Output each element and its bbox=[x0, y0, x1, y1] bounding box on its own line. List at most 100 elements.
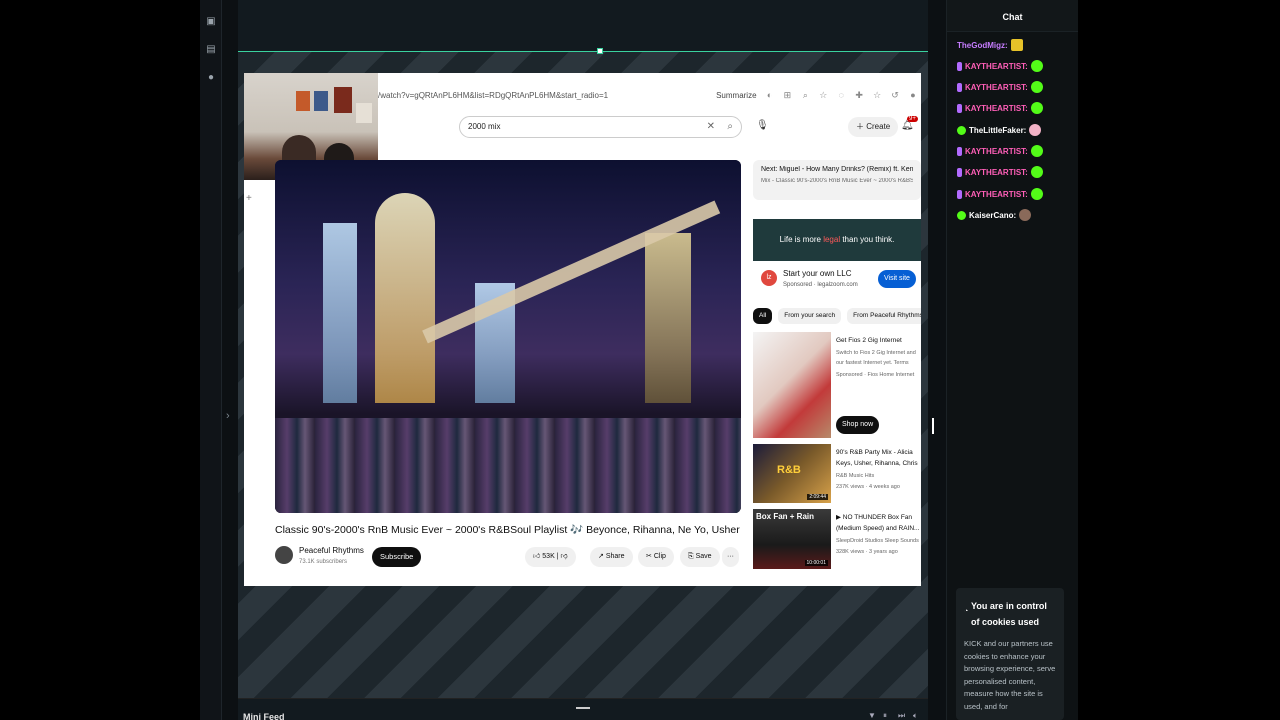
chat-message[interactable]: KAYTHEARTIST: bbox=[957, 79, 1043, 95]
shop-now-button[interactable]: Shop now bbox=[836, 416, 880, 434]
rec-thumbnail[interactable]: Box Fan + Rain 10:00:01 bbox=[753, 509, 831, 569]
rec-thumbnail[interactable]: R&B 2:09:44 bbox=[753, 444, 831, 503]
notifications-icon[interactable]: 🔔︎ 9+ bbox=[901, 116, 918, 131]
translate-icon[interactable]: ⊞ bbox=[782, 90, 792, 100]
store-icon[interactable]: ▣ bbox=[205, 16, 217, 28]
add-icon[interactable]: + bbox=[246, 193, 252, 204]
summarize-button[interactable]: Summarize bbox=[716, 91, 756, 100]
chip-from-your-search[interactable]: From your search bbox=[778, 308, 842, 324]
mic-badge-icon bbox=[957, 61, 962, 71]
rec-thumbnail-text: R&B bbox=[777, 464, 801, 476]
extension-icon[interactable]: ◐ bbox=[765, 90, 775, 100]
chat-title: Chat bbox=[947, 0, 1078, 32]
ad-logo-icon: lz bbox=[761, 270, 777, 286]
drag-handle[interactable] bbox=[576, 707, 590, 709]
chat-username[interactable]: KAYTHEARTIST: bbox=[965, 168, 1028, 177]
emote-icon bbox=[1029, 124, 1042, 136]
clear-icon[interactable]: ✕ bbox=[707, 117, 715, 137]
save-label: Save bbox=[695, 553, 712, 560]
more-actions-button[interactable]: ··· bbox=[722, 547, 739, 567]
resize-grip[interactable] bbox=[932, 418, 934, 434]
clip-button[interactable]: ✂ Clip bbox=[638, 547, 674, 567]
like-button[interactable]: 👍︎ 53K | 👎︎ bbox=[525, 547, 576, 567]
alignment-guide bbox=[238, 51, 928, 52]
mini-feed-bar[interactable]: Mini Feed ▼ ⏸ ⏭ 🔈︎ bbox=[238, 698, 928, 720]
chat-message[interactable]: KAYTHEARTIST: bbox=[957, 164, 1043, 180]
rec-item[interactable]: R&B 2:09:44 90's R&B Party Mix - Alicia … bbox=[753, 444, 921, 504]
chat-username[interactable]: KAYTHEARTIST: bbox=[965, 147, 1028, 156]
star-icon[interactable]: ☆ bbox=[818, 90, 828, 100]
mic-badge-icon bbox=[957, 146, 962, 156]
up-next-card[interactable]: Next: Miguel - How Many Drinks? (Remix) … bbox=[753, 160, 921, 200]
visit-site-button[interactable]: Visit site bbox=[878, 270, 916, 288]
ad-details[interactable]: lz Start your own LLC Sponsored · legalz… bbox=[753, 264, 921, 298]
thumbs-down-icon[interactable]: | 👎︎ bbox=[557, 553, 568, 560]
create-button[interactable]: ＋ Create bbox=[848, 117, 899, 137]
video-title: Classic 90's-2000's RnB Music Ever ~ 200… bbox=[275, 524, 740, 536]
rec-thumbnail-text: Box Fan + Rain bbox=[756, 512, 815, 521]
rec-title: 90's R&B Party Mix - Alicia Keys, Usher,… bbox=[836, 449, 918, 467]
rec-thumbnail[interactable] bbox=[753, 332, 831, 438]
volume-icon[interactable]: 🔈︎ bbox=[913, 711, 918, 720]
chat-username[interactable]: KAYTHEARTIST: bbox=[965, 104, 1028, 113]
video-player[interactable] bbox=[275, 160, 741, 513]
browser-capture-source[interactable]: /watch?v=gQRtAnPL6HM&list=RDgQRtAnPL6HM&… bbox=[244, 73, 921, 586]
microphone-icon[interactable]: 🎙︎ bbox=[756, 120, 769, 131]
skip-icon[interactable]: ⏭ bbox=[898, 711, 905, 720]
cookie-banner: ◔ You are in control of cookies used KIC… bbox=[956, 588, 1064, 720]
chat-username[interactable]: KAYTHEARTIST: bbox=[965, 62, 1028, 71]
skyscraper bbox=[375, 193, 435, 403]
save-button[interactable]: ⎘ Save bbox=[680, 547, 720, 567]
chat-message[interactable]: TheLittleFaker: bbox=[957, 122, 1042, 138]
subscribe-button[interactable]: Subscribe bbox=[372, 547, 422, 567]
bookmark-icon[interactable]: ☆ bbox=[872, 90, 882, 100]
mic-badge-icon bbox=[957, 189, 962, 199]
record-icon[interactable]: ● bbox=[205, 72, 217, 84]
chat-username[interactable]: TheLittleFaker: bbox=[969, 126, 1026, 135]
channel-name[interactable]: Peaceful Rhythms bbox=[299, 546, 364, 555]
chat-message[interactable]: KaiserCano: bbox=[957, 207, 1032, 223]
rec-item[interactable]: Box Fan + Rain 10:00:01 ▶ NO THUNDER Box… bbox=[753, 509, 921, 569]
pause-icon[interactable]: ⏸ bbox=[883, 711, 887, 720]
chat-username[interactable]: KAYTHEARTIST: bbox=[965, 83, 1028, 92]
search-input[interactable]: 2000 mix ✕ ⌕ bbox=[459, 116, 742, 138]
mic-badge-icon bbox=[957, 167, 962, 177]
puzzle-icon[interactable]: ✚ bbox=[854, 90, 864, 100]
profile-icon[interactable]: ● bbox=[908, 90, 918, 100]
chat-message[interactable]: KAYTHEARTIST: bbox=[957, 186, 1043, 202]
mic-badge-icon bbox=[957, 82, 962, 92]
panel-collapse[interactable]: › bbox=[222, 0, 238, 720]
chat-message[interactable]: KAYTHEARTIST: bbox=[957, 58, 1043, 74]
filter-icon[interactable]: ▼ bbox=[868, 711, 876, 720]
wall-poster bbox=[334, 87, 352, 113]
channel-avatar[interactable] bbox=[275, 546, 293, 564]
chat-message[interactable]: TheGodMigz: bbox=[957, 37, 1023, 53]
chat-username[interactable]: KAYTHEARTIST: bbox=[965, 190, 1028, 199]
chat-username[interactable]: KaiserCano: bbox=[969, 211, 1016, 220]
search-icon[interactable]: ⌕ bbox=[727, 117, 733, 137]
rec-channel: SleepDroid Studios Sleep Sounds bbox=[836, 538, 919, 544]
chat-message[interactable]: KAYTHEARTIST: bbox=[957, 143, 1043, 159]
extension-2-icon[interactable]: ◌ bbox=[836, 90, 846, 100]
ad-banner[interactable]: Life is more legal than you think. bbox=[753, 219, 921, 261]
chat-resize-bar[interactable] bbox=[928, 0, 946, 720]
rec-item-ad[interactable]: Get Fios 2 Gig Internet Switch to Fios 2… bbox=[753, 332, 921, 440]
chevron-right-icon[interactable]: › bbox=[226, 410, 230, 422]
chat-username[interactable]: TheGodMigz: bbox=[957, 41, 1008, 50]
chip-all[interactable]: All bbox=[753, 308, 773, 324]
chat-message[interactable]: KAYTHEARTIST: bbox=[957, 100, 1043, 116]
mini-feed-label: Mini Feed bbox=[243, 712, 285, 720]
emote-icon bbox=[1010, 39, 1023, 51]
rec-sponsored: Sponsored · Fios Home Internet bbox=[836, 372, 915, 378]
verified-badge-icon bbox=[957, 125, 966, 135]
address-bar[interactable]: /watch?v=gQRtAnPL6HM&list=RDgQRtAnPL6HM&… bbox=[378, 81, 918, 109]
resize-handle[interactable] bbox=[597, 48, 603, 54]
canvas-top-area bbox=[238, 0, 928, 52]
zoom-icon[interactable]: ⌕ bbox=[800, 90, 810, 100]
clapper-icon[interactable]: ▤ bbox=[205, 44, 217, 56]
history-icon[interactable]: ↺ bbox=[890, 90, 900, 100]
chip-from-channel[interactable]: From Peaceful Rhythms bbox=[847, 308, 921, 324]
share-button[interactable]: ↗ Share bbox=[590, 547, 633, 567]
emote-icon bbox=[1030, 60, 1043, 72]
url-text[interactable]: /watch?v=gQRtAnPL6HM&list=RDgQRtAnPL6HM&… bbox=[378, 91, 706, 100]
